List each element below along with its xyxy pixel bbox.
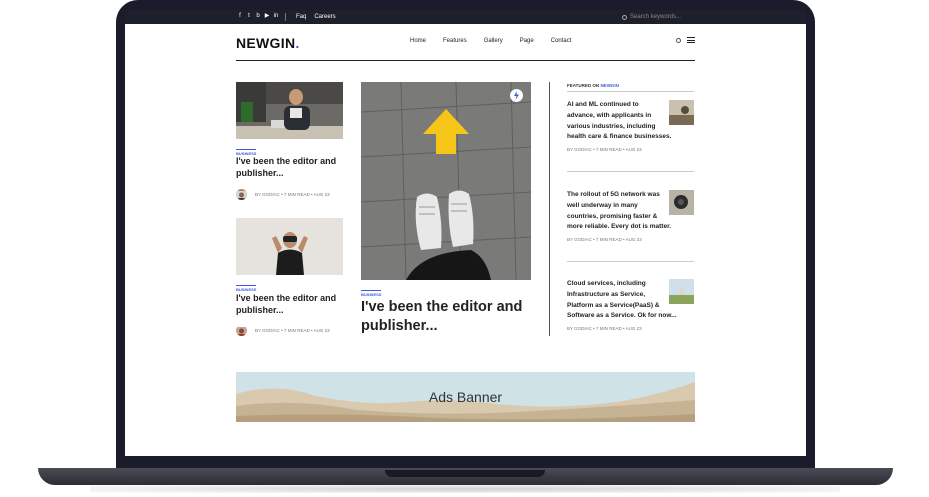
featured-item-title[interactable]: The rollout of 5G network was well under… <box>567 190 679 233</box>
featured-title-line: Infrastructure as Service, <box>567 290 646 298</box>
behance-icon[interactable]: b <box>255 13 261 19</box>
featured-photo <box>669 190 694 215</box>
featured-title-line: Software as a Service. Ok for now... <box>567 312 677 320</box>
article-title[interactable]: I've been the editor and publisher... <box>236 293 336 316</box>
vr-photo <box>236 218 343 275</box>
avatar-photo <box>236 327 247 336</box>
avatar <box>236 189 247 200</box>
article-meta: BY GODIAC • 7 MIN READ • AUG 23 <box>255 328 330 333</box>
featured-title-line: well underway in many <box>567 201 638 209</box>
article-title-line: I've been the editor and <box>361 299 523 315</box>
nav-home[interactable]: Home <box>410 38 426 44</box>
article-title[interactable]: I've been the editor and publisher... <box>236 156 336 179</box>
card-image-office[interactable] <box>236 82 343 139</box>
featured-title-line: various industries, including <box>567 122 656 130</box>
facebook-icon[interactable]: f <box>237 13 243 19</box>
avatar-photo <box>236 191 247 200</box>
menu-icon[interactable] <box>687 37 695 43</box>
article-meta: BY GODIAC • 7 MIN READ • AUG 23 <box>567 326 642 331</box>
featured-photo <box>669 279 694 304</box>
linkedin-icon[interactable]: in <box>273 13 279 19</box>
logo-dot: . <box>295 35 300 51</box>
featured-article-title[interactable]: I've been the editor and publisher... <box>361 298 522 336</box>
search-icon <box>622 14 627 20</box>
article-meta: BY GODIAC • 7 MIN READ • AUG 23 <box>567 237 642 242</box>
social-links: f t b ▶ in <box>237 13 279 19</box>
featured-thumb[interactable] <box>669 279 694 304</box>
featured-title-line: countries, promising faster & <box>567 212 658 220</box>
top-link-careers[interactable]: Careers <box>314 12 335 22</box>
nav-gallery[interactable]: Gallery <box>484 38 503 44</box>
article-meta: BY GODIAC • 7 MIN READ • AUG 23 <box>255 192 330 197</box>
office-photo <box>236 82 343 139</box>
search-placeholder: Search keywords... <box>630 14 682 20</box>
logo-text: NEWGIN <box>236 35 296 51</box>
category-tag[interactable]: BUSINESS <box>236 149 257 156</box>
nav-page[interactable]: Page <box>520 38 534 44</box>
laptop-notch <box>385 470 545 477</box>
featured-title-line: advance, with applicants in <box>567 111 652 119</box>
ads-banner-label: Ads Banner <box>428 389 503 405</box>
theme-toggle-icon[interactable] <box>676 37 681 43</box>
article-meta: BY GODIAC • 7 MIN READ • AUG 23 <box>567 147 642 152</box>
featured-title-line: Platform as a Service(PaaS) & <box>567 301 660 309</box>
featured-heading: FEATURED ON NEWGIN <box>567 83 619 88</box>
featured-heading-prefix: FEATURED ON <box>567 83 600 88</box>
article-title-line: publisher... <box>361 318 438 334</box>
featured-photo <box>669 100 694 125</box>
featured-item-title[interactable]: Cloud services, including Infrastructure… <box>567 279 679 322</box>
featured-item-title[interactable]: AI and ML continued to advance, with app… <box>567 100 679 143</box>
category-tag[interactable]: BUSINESS <box>361 290 382 297</box>
flash-badge-icon <box>510 89 523 102</box>
nav-features[interactable]: Features <box>443 38 467 44</box>
nav-contact[interactable]: Contact <box>551 38 572 44</box>
featured-title-line: health care & finance businesses. <box>567 133 672 141</box>
card-image-vr[interactable] <box>236 218 343 275</box>
main-nav: Home Features Gallery Page Contact <box>410 38 588 44</box>
divider <box>567 171 694 172</box>
divider <box>567 261 694 262</box>
divider <box>567 91 694 92</box>
top-bar: f t b ▶ in Faq Careers Search keywords..… <box>125 10 806 24</box>
category-tag[interactable]: BUSINESS <box>236 285 257 292</box>
bolt-icon <box>514 91 519 100</box>
search-input[interactable]: Search keywords... <box>622 12 681 22</box>
featured-heading-brand: NEWGIN <box>600 83 619 88</box>
featured-title-line: more reliable. Every dot is matter. <box>567 223 672 231</box>
site-header: NEWGIN. Home Features Gallery Page Conta… <box>236 24 695 61</box>
article-title-line: I've been the editor and <box>236 156 337 166</box>
arrow-shoes-photo <box>361 82 531 280</box>
avatar <box>236 325 247 336</box>
featured-thumb[interactable] <box>669 100 694 125</box>
featured-title-line: The rollout of 5G network was <box>567 191 660 198</box>
divider <box>285 13 286 21</box>
article-title-line: publisher... <box>236 167 284 178</box>
site-logo[interactable]: NEWGIN. <box>236 35 300 51</box>
top-link-faq[interactable]: Faq <box>296 12 306 22</box>
screen: f t b ▶ in Faq Careers Search keywords..… <box>125 10 806 456</box>
column-divider <box>549 82 550 336</box>
ads-banner[interactable]: Ads Banner <box>236 372 695 422</box>
card-image-arrow-shoes[interactable] <box>361 82 531 280</box>
youtube-icon[interactable]: ▶ <box>264 13 270 19</box>
featured-thumb[interactable] <box>669 190 694 215</box>
laptop-shadow <box>90 485 840 493</box>
twitter-icon[interactable]: t <box>246 13 252 19</box>
article-title-line: publisher... <box>236 304 284 315</box>
featured-title-line: AI and ML continued to <box>567 101 639 108</box>
article-title-line: I've been the editor and <box>236 293 337 303</box>
featured-title-line: Cloud services, including <box>567 280 646 287</box>
